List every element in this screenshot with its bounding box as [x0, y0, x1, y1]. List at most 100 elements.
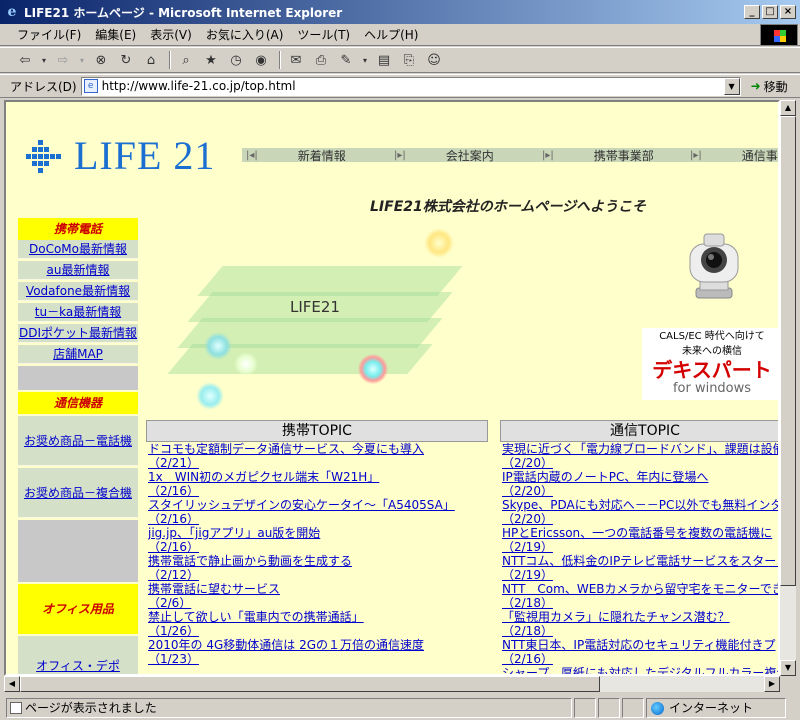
discuss-icon[interactable]: ▤ [373, 50, 395, 70]
list-item-date: （2/21） [148, 456, 199, 470]
sidebar-link-docomo[interactable]: DoCoMo最新情報 [18, 240, 138, 259]
status-pane [622, 698, 644, 718]
list-item-date: （2/16） [502, 652, 553, 666]
edit-icon[interactable]: ✎ [335, 50, 357, 70]
list-item[interactable]: 実現に近づく「電力線ブロードバンド」、課題は設備コ [502, 442, 778, 456]
list-item-date: （2/20） [502, 484, 553, 498]
comm-topic-panel: 通信TOPIC 実現に近づく「電力線ブロードバンド」、課題は設備コ （2/20）… [500, 420, 778, 674]
address-url[interactable]: http://www.life-21.co.jp/top.html [102, 79, 296, 93]
list-item[interactable]: 携帯電話に望むサービス [148, 582, 488, 596]
address-dropdown-icon[interactable]: ▼ [723, 77, 740, 95]
glow-orb [234, 352, 258, 376]
scroll-left-icon[interactable]: ◀ [4, 676, 20, 692]
life21-graphic [146, 252, 486, 402]
glow-orb [204, 332, 232, 360]
minimize-button[interactable]: _ [744, 5, 760, 19]
refresh-icon[interactable]: ↻ [115, 50, 137, 70]
vertical-scrollbar[interactable]: ▲ ▼ [780, 100, 796, 676]
close-button[interactable]: × [780, 5, 796, 19]
mobile-topic-panel: 携帯TOPIC ドコモも定額制データ通信サービス、今夏にも導入 （2/21） 1… [146, 420, 488, 674]
list-item[interactable]: 2010年の 4G移動体通信は 2Gの１万倍の通信速度 [148, 638, 488, 652]
nav-mobile-division[interactable]: |▸| 携帯事業部 [538, 148, 686, 163]
scrollbar-corner [780, 676, 796, 692]
list-item-date: （2/16） [148, 484, 199, 498]
site-logo[interactable]: LIFE 21 [24, 132, 215, 179]
list-item[interactable]: スタイリッシュデザインの安心ケータイ～「A5405SA」 [148, 498, 488, 512]
forward-dropdown-icon[interactable]: ▾ [77, 50, 87, 70]
list-item[interactable]: NTT東日本、IP電話対応のセキュリティ機能付きプ [502, 638, 778, 652]
sidebar-link-mfp[interactable]: お奨め商品－複合機 [18, 468, 138, 518]
sidebar-link-vodafone[interactable]: Vodafone最新情報 [18, 282, 138, 301]
sidebar-link-office-depot[interactable]: オフィス・デポ [18, 636, 138, 674]
status-bar: ページが表示されました インターネット [0, 696, 800, 720]
menu-help[interactable]: ヘルプ(H) [357, 24, 425, 45]
list-item[interactable]: jig.jp、「jigアプリ」au版を開始 [148, 526, 488, 540]
horizontal-scrollbar[interactable]: ◀ ▶ [4, 676, 780, 692]
glow-orb [358, 354, 388, 384]
back-icon[interactable]: ⇦ [14, 50, 36, 70]
list-item[interactable]: IP電話内蔵のノートPC、年内に登場へ [502, 470, 778, 484]
sidebar-spacer [18, 366, 138, 390]
menu-edit[interactable]: 編集(E) [88, 24, 143, 45]
list-item-date: （1/23） [148, 652, 199, 666]
page-done-icon [10, 702, 22, 714]
sidebar-link-store-map[interactable]: 店舗MAP [18, 345, 138, 364]
status-pane [598, 698, 620, 718]
list-item[interactable]: ドコモも定額制データ通信サービス、今夏にも導入 [148, 442, 488, 456]
list-item-date: （2/20） [502, 456, 553, 470]
list-item[interactable]: 「監視用カメラ」に隠れたチャンス潜む？ [502, 610, 778, 624]
home-icon[interactable]: ⌂ [140, 50, 162, 70]
sidebar-link-phone[interactable]: お奨め商品－電話機 [18, 416, 138, 466]
research-icon[interactable]: ⎘ [398, 50, 420, 70]
list-item-date: （2/18） [502, 596, 553, 610]
resize-grip-icon[interactable] [786, 698, 800, 718]
scroll-right-icon[interactable]: ▶ [764, 676, 780, 692]
scroll-up-icon[interactable]: ▲ [780, 100, 796, 116]
list-item[interactable]: 禁止して欲しい「電車内での携帯通話」 [148, 610, 488, 624]
menu-tools[interactable]: ツール(T) [290, 24, 357, 45]
messenger-icon[interactable]: ☺ [423, 50, 445, 70]
list-item[interactable]: シャープ、厚紙にも対応したデジタルフルカラー複合機 [502, 666, 778, 674]
sidebar-link-au[interactable]: au最新情報 [18, 261, 138, 280]
banner-subtitle: for windows [672, 381, 752, 396]
vertical-scroll-thumb[interactable] [780, 116, 796, 586]
nav-news[interactable]: |◂| 新着情報 [242, 148, 390, 163]
address-input[interactable]: e http://www.life-21.co.jp/top.html ▼ [80, 76, 741, 96]
history-icon[interactable]: ◷ [225, 50, 247, 70]
nav-comm[interactable]: |▸| 通信事 [686, 148, 778, 163]
toolbar-separator [279, 51, 281, 69]
sidebar-link-ddi-pocket[interactable]: DDIポケット最新情報 [18, 324, 138, 343]
list-item[interactable]: 1x WIN初のメガピクセル端末「W21H」 [148, 470, 488, 484]
list-item-date: （2/16） [148, 512, 199, 526]
maximize-button[interactable]: □ [762, 5, 778, 19]
list-item[interactable]: 携帯電話で静止画から動画を生成する [148, 554, 488, 568]
go-button[interactable]: ➜ 移動 [751, 78, 788, 95]
scroll-down-icon[interactable]: ▼ [780, 660, 796, 676]
menu-view[interactable]: 表示(V) [143, 24, 199, 45]
stop-icon[interactable]: ⊗ [90, 50, 112, 70]
comm-topic-list: 実現に近づく「電力線ブロードバンド」、課題は設備コ （2/20） IP電話内蔵の… [500, 442, 778, 674]
sidebar-link-tuka[interactable]: tu－ka最新情報 [18, 303, 138, 322]
forward-icon[interactable]: ⇨ [52, 50, 74, 70]
list-item-date: （2/12） [148, 568, 199, 582]
page-viewport: LIFE 21 |◂| 新着情報 |▸| 会社案内 |▸| 携帯事業部 |▸| 通信事 … [4, 100, 780, 676]
sidebar-header-office: オフィス用品 [18, 584, 138, 634]
list-item[interactable]: HPとEricsson、一つの電話番号を複数の電話機に [502, 526, 778, 540]
nav-company[interactable]: |▸| 会社案内 [390, 148, 538, 163]
network-camera-image[interactable] [682, 226, 746, 302]
toolbar-separator [169, 51, 171, 69]
list-item[interactable]: NTT Com、WEBカメラから留守宅をモニターできる [502, 582, 778, 596]
dekispart-banner[interactable]: CALS/EC 時代へ向けて 未来への横信 デキスパート for windows [642, 328, 778, 400]
print-icon[interactable]: ⎙ [310, 50, 332, 70]
favorites-icon[interactable]: ★ [200, 50, 222, 70]
list-item[interactable]: Skype、PDAにも対応へ－－PC以外でも無料インタ [502, 498, 778, 512]
back-dropdown-icon[interactable]: ▾ [39, 50, 49, 70]
mail-icon[interactable]: ✉ [285, 50, 307, 70]
menu-favorites[interactable]: お気に入り(A) [199, 24, 291, 45]
horizontal-scroll-thumb[interactable] [20, 676, 600, 692]
channels-icon[interactable]: ◉ [250, 50, 272, 70]
search-icon[interactable]: ⌕ [175, 50, 197, 70]
list-item[interactable]: NTTコム、低料金のIPテレビ電話サービスをスタート [502, 554, 778, 568]
edit-dropdown-icon[interactable]: ▾ [360, 50, 370, 70]
menu-file[interactable]: ファイル(F) [10, 24, 88, 45]
